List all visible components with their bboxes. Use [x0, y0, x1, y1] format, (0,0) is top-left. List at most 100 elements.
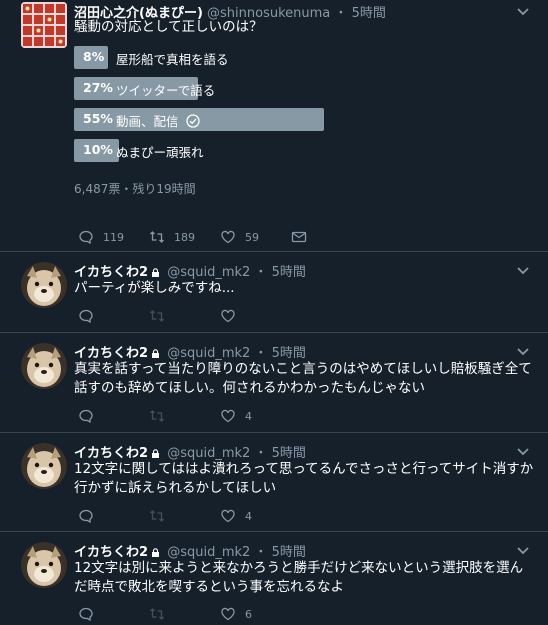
- chevron-down-icon[interactable]: [516, 347, 530, 357]
- tweet-header: イカちくわ2 @squid_mk2 ・ 5時間: [74, 261, 306, 280]
- retweet-icon: [150, 510, 164, 522]
- tweet-text: 12文字に関してははよ潰れろって思ってるんでさっさと行ってサイト消すか行かずに訴…: [74, 461, 534, 496]
- dm-icon: [291, 231, 307, 243]
- poll-percent: 10%: [83, 142, 113, 157]
- like-button[interactable]: [220, 307, 245, 325]
- tweet-header: イカちくわ2 @squid_mk2 ・ 5時間: [74, 342, 306, 361]
- avatar[interactable]: [21, 2, 67, 48]
- retweet-button[interactable]: [149, 507, 165, 525]
- retweet-icon: [150, 608, 164, 620]
- poll-option: 8% 屋形船で真相を語る: [74, 46, 254, 69]
- author-handle[interactable]: @squid_mk2: [167, 545, 250, 560]
- retweet-button[interactable]: [149, 307, 165, 325]
- tweet-actions: 4: [78, 507, 258, 525]
- author-handle[interactable]: @squid_mk2: [167, 265, 250, 280]
- poll-percent: 55%: [83, 111, 113, 126]
- avatar[interactable]: [21, 343, 67, 389]
- tweet-text: 真実を話すって当たり障りのないこと言うのはやめてほしいし賠板騒ぎ全て話すのも辞め…: [74, 361, 532, 396]
- timestamp[interactable]: 5時間: [272, 346, 306, 361]
- author-name[interactable]: イカちくわ2: [74, 265, 148, 280]
- poll-label: ツイッターで語る: [116, 83, 216, 98]
- poll-option-winner: 55% 動画、配信: [74, 108, 324, 131]
- separator: ・: [254, 265, 268, 280]
- reply-tweet[interactable]: イカちくわ2 @squid_mk2 ・ 5時間 真実を話すって当たり障りのないこ…: [0, 333, 548, 433]
- avatar[interactable]: [21, 443, 67, 489]
- like-button[interactable]: 59: [220, 228, 259, 246]
- author-handle[interactable]: @squid_mk2: [167, 346, 250, 361]
- retweet-button[interactable]: 189: [149, 228, 195, 246]
- reply-icon: [79, 607, 93, 622]
- like-icon: [221, 409, 235, 423]
- reply-tweet[interactable]: イカちくわ2 @squid_mk2 ・ 5時間 12文字は別に来ようと来なかろう…: [0, 532, 548, 625]
- reply-button[interactable]: 119: [78, 228, 124, 246]
- main-tweet[interactable]: 沼田心之介(ぬまぴー) @shinnosukenuma ・ 5時間 騒動の対応と…: [0, 0, 548, 252]
- reply-button[interactable]: [78, 507, 94, 525]
- reply-button[interactable]: [78, 605, 94, 623]
- poll-label: 屋形船で真相を語る: [116, 52, 229, 67]
- tweet-header: イカちくわ2 @squid_mk2 ・ 5時間: [74, 541, 306, 560]
- reply-icon: [79, 409, 93, 424]
- separator: ・: [254, 545, 268, 560]
- poll-percent: 8%: [83, 49, 105, 64]
- timestamp[interactable]: 5時間: [272, 545, 306, 560]
- like-button[interactable]: 4: [220, 507, 252, 525]
- retweet-icon: [150, 410, 164, 422]
- check-circle-icon: [185, 114, 200, 128]
- separator: ・: [254, 346, 268, 361]
- lock-icon: [152, 548, 160, 557]
- retweet-count: 189: [174, 230, 195, 244]
- tweet-actions: 6: [78, 605, 258, 623]
- like-icon: [221, 230, 235, 244]
- author-handle[interactable]: @squid_mk2: [167, 446, 250, 461]
- poll-label-text: 動画、配信: [116, 114, 179, 129]
- like-icon: [221, 607, 235, 621]
- reply-button[interactable]: [78, 307, 94, 325]
- tweet-header: イカちくわ2 @squid_mk2 ・ 5時間: [74, 442, 306, 461]
- like-button[interactable]: 6: [220, 605, 252, 623]
- author-name[interactable]: イカちくわ2: [74, 346, 148, 361]
- reply-icon: [79, 309, 93, 324]
- reply-count: 119: [103, 230, 124, 244]
- separator: ・: [254, 446, 268, 461]
- like-count: 4: [245, 509, 252, 523]
- like-count: 59: [245, 230, 259, 244]
- avatar[interactable]: [21, 262, 67, 308]
- timestamp[interactable]: 5時間: [272, 265, 306, 280]
- tweet-text: 12文字は別に来ようと来なかろうと勝手だけど来ないという選択肢を選んだ時点で敗北…: [74, 560, 524, 595]
- lock-icon: [152, 449, 160, 458]
- tweet-text: 騒動の対応として正しいのは？: [74, 19, 263, 35]
- poll-option: 27% ツイッターで語る: [74, 77, 254, 100]
- author-name[interactable]: イカちくわ2: [74, 545, 148, 560]
- tweet-actions: 119 189 59: [78, 228, 318, 246]
- chevron-down-icon[interactable]: [516, 7, 530, 17]
- avatar[interactable]: [21, 542, 67, 588]
- retweet-icon: [150, 310, 164, 322]
- tweet-actions: 4: [78, 407, 258, 425]
- like-count: 4: [245, 409, 252, 423]
- reply-tweet[interactable]: イカちくわ2 @squid_mk2 ・ 5時間 12文字に関してははよ潰れろって…: [0, 433, 548, 532]
- like-count: 6: [245, 607, 252, 621]
- like-icon: [221, 309, 235, 323]
- reply-icon: [79, 509, 93, 524]
- timestamp[interactable]: 5時間: [272, 446, 306, 461]
- reply-tweet[interactable]: イカちくわ2 @squid_mk2 ・ 5時間 パーティが楽しみですね...: [0, 252, 548, 333]
- like-icon: [221, 509, 235, 523]
- lock-icon: [152, 349, 160, 358]
- chevron-down-icon[interactable]: [516, 266, 530, 276]
- poll-percent: 27%: [83, 80, 113, 95]
- tweet-actions: [78, 307, 258, 325]
- retweet-button[interactable]: [149, 407, 165, 425]
- chevron-down-icon[interactable]: [516, 447, 530, 457]
- poll-footer: 6,487票・残り19時間: [74, 182, 196, 196]
- dm-button[interactable]: [291, 228, 307, 246]
- lock-icon: [152, 268, 160, 277]
- author-name[interactable]: イカちくわ2: [74, 446, 148, 461]
- poll-option: 10% ぬまぴー頑張れ: [74, 139, 254, 162]
- retweet-button[interactable]: [149, 605, 165, 623]
- poll-label: ぬまぴー頑張れ: [116, 145, 204, 160]
- poll-label: 動画、配信: [116, 111, 200, 130]
- chevron-down-icon[interactable]: [516, 546, 530, 556]
- like-button[interactable]: 4: [220, 407, 252, 425]
- reply-icon: [79, 230, 93, 245]
- reply-button[interactable]: [78, 407, 94, 425]
